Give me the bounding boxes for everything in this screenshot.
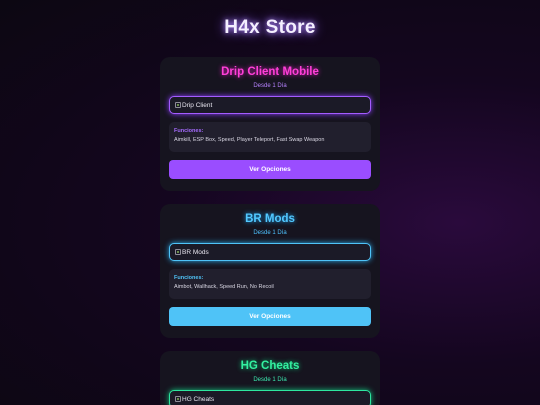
product-price-subtitle: Desde 1 Día xyxy=(253,377,287,383)
features-box: Funciones: Aimkill, ESP Box, Speed, Play… xyxy=(169,122,371,152)
features-box: Funciones: Aimbot, Wallhack, Speed Run, … xyxy=(169,269,371,299)
product-price-subtitle: Desde 1 Día xyxy=(253,83,287,89)
product-image-alt: HG Cheats xyxy=(182,395,215,403)
product-price-subtitle: Desde 1 Día xyxy=(253,230,287,236)
product-image: HG Cheats xyxy=(169,390,371,405)
product-title: Drip Client Mobile xyxy=(221,66,319,78)
product-image: Drip Client xyxy=(169,96,371,114)
features-label: Funciones: xyxy=(174,128,204,134)
features-label: Funciones: xyxy=(174,275,204,281)
broken-image-icon xyxy=(175,249,181,255)
product-card-hg-cheats: HG Cheats Desde 1 Día HG Cheats xyxy=(160,351,380,405)
product-image: BR Mods xyxy=(169,243,371,261)
broken-image-icon xyxy=(175,102,181,108)
product-card-drip-client: Drip Client Mobile Desde 1 Día Drip Clie… xyxy=(160,57,380,191)
store-page: H4x Store Drip Client Mobile Desde 1 Día… xyxy=(0,0,540,405)
view-options-button[interactable]: Ver Opciones xyxy=(169,307,371,326)
product-title: HG Cheats xyxy=(240,360,300,372)
features-list: Aimbot, Wallhack, Speed Run, No Recoil xyxy=(174,284,274,290)
broken-image-icon xyxy=(175,396,181,402)
features-list: Aimkill, ESP Box, Speed, Player Teleport… xyxy=(174,137,325,143)
product-image-alt: Drip Client xyxy=(182,101,213,109)
page-title: H4x Store xyxy=(224,17,316,38)
view-options-button[interactable]: Ver Opciones xyxy=(169,160,371,179)
product-title: BR Mods xyxy=(245,213,295,225)
product-image-alt: BR Mods xyxy=(182,248,209,256)
product-card-br-mods: BR Mods Desde 1 Día BR Mods Funciones: A… xyxy=(160,204,380,338)
